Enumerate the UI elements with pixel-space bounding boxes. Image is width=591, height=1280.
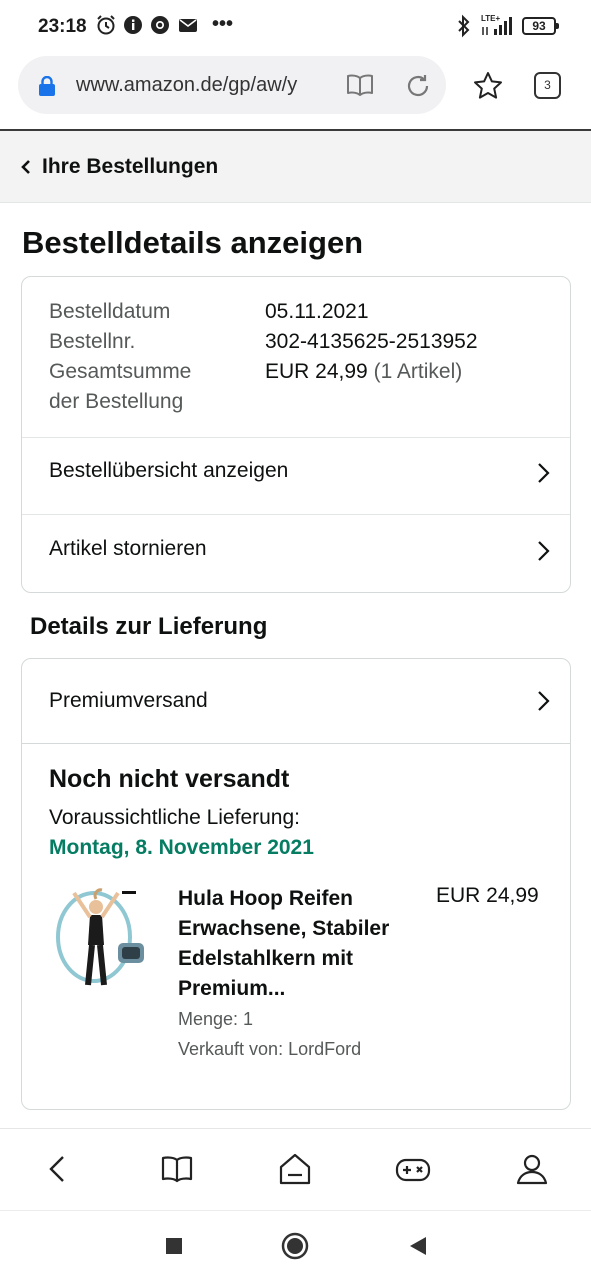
product-title-line: Erwachsene, Stabiler [178, 917, 390, 940]
info-icon [123, 14, 143, 41]
profile-icon[interactable] [512, 1149, 552, 1189]
home-icon[interactable] [275, 1149, 315, 1189]
order-number-value: 302-4135625-2513952 [265, 330, 478, 353]
order-date-value: 05.11.2021 [265, 300, 369, 323]
book-icon[interactable] [157, 1149, 197, 1189]
mail-icon [177, 14, 199, 41]
cancel-items-link[interactable]: Artikel stornieren [22, 515, 570, 591]
shipment-status: Noch nicht versandt [49, 765, 290, 793]
url-text[interactable]: www.amazon.de/gp/aw/y [76, 74, 318, 97]
order-total-amount: EUR 24,99 [265, 360, 368, 383]
tab-switcher-button[interactable]: 3 [534, 72, 561, 99]
bluetooth-icon [455, 14, 473, 43]
signal-icon [480, 15, 514, 42]
address-bar[interactable]: www.amazon.de/gp/aw/y [18, 56, 446, 114]
reader-mode-icon[interactable] [345, 73, 375, 102]
product-title-line: Edelstahlkern mit [178, 947, 354, 970]
status-bar: 23:18 ••• LTE+ 93 [0, 0, 591, 52]
more-notifications-icon: ••• [212, 13, 234, 35]
back-to-orders-link[interactable]: Ihre Bestellungen [0, 131, 591, 203]
status-time: 23:18 [38, 16, 87, 37]
product-price: EUR 24,99 [436, 884, 539, 907]
expected-delivery-label: Voraussichtliche Lieferung: [49, 806, 300, 829]
order-summary-card: Bestelldatum 05.11.2021 Bestellnr. 302-4… [21, 276, 571, 593]
product-title-line: Hula Hoop Reifen [178, 887, 354, 910]
reload-icon[interactable] [404, 72, 432, 105]
divider [22, 743, 570, 744]
cancel-items-label: Artikel stornieren [49, 537, 207, 560]
page-title: Bestelldetails anzeigen [22, 225, 364, 260]
order-total-label: Gesamtsumme [49, 360, 192, 383]
browser-bottom-nav [0, 1128, 591, 1210]
back-icon[interactable] [38, 1149, 78, 1189]
delivery-card: Premiumversand Noch nicht versandt Vorau… [21, 658, 571, 1110]
shipping-method-label: Premiumversand [49, 689, 208, 712]
product-title[interactable]: Hula Hoop Reifen Erwachsene, Stabiler Ed… [178, 884, 418, 1004]
browser-toolbar: www.amazon.de/gp/aw/y 3 [0, 52, 591, 130]
back-triangle-icon[interactable] [408, 1235, 428, 1262]
order-number-label: Bestellnr. [49, 330, 136, 353]
order-total-label-line2: der Bestellung [49, 390, 184, 413]
view-order-summary-link[interactable]: Bestellübersicht anzeigen [22, 437, 570, 513]
battery-indicator: 93 [522, 17, 559, 35]
back-label: Ihre Bestellungen [42, 155, 219, 178]
bookmark-star-icon[interactable] [473, 71, 503, 105]
product-title-line: Premium... [178, 977, 286, 1000]
shipping-method-link[interactable]: Premiumversand [22, 661, 570, 743]
product-image[interactable] [52, 885, 148, 989]
view-order-summary-label: Bestellübersicht anzeigen [49, 459, 289, 482]
chevron-right-icon [536, 461, 550, 490]
gamepad-icon[interactable] [393, 1149, 433, 1189]
expected-delivery-date: Montag, 8. November 2021 [49, 836, 314, 859]
chevron-left-icon [20, 158, 32, 181]
recents-square-icon[interactable] [165, 1237, 183, 1260]
chevron-right-icon [536, 539, 550, 568]
system-navigation-bar [0, 1210, 591, 1280]
order-date-label: Bestelldatum [49, 300, 171, 323]
alarm-icon [95, 14, 117, 41]
product-quantity: Menge: 1 [178, 1009, 254, 1029]
chrome-icon [150, 14, 170, 41]
delivery-section-title: Details zur Lieferung [30, 613, 268, 640]
home-circle-icon[interactable] [281, 1232, 309, 1265]
order-item-count: (1 Artikel) [373, 360, 463, 383]
order-total-value: EUR 24,99 (1 Artikel) [265, 360, 462, 384]
lock-icon [38, 75, 56, 101]
chevron-right-icon [536, 689, 550, 718]
product-seller: Verkauft von: LordFord [178, 1039, 362, 1059]
